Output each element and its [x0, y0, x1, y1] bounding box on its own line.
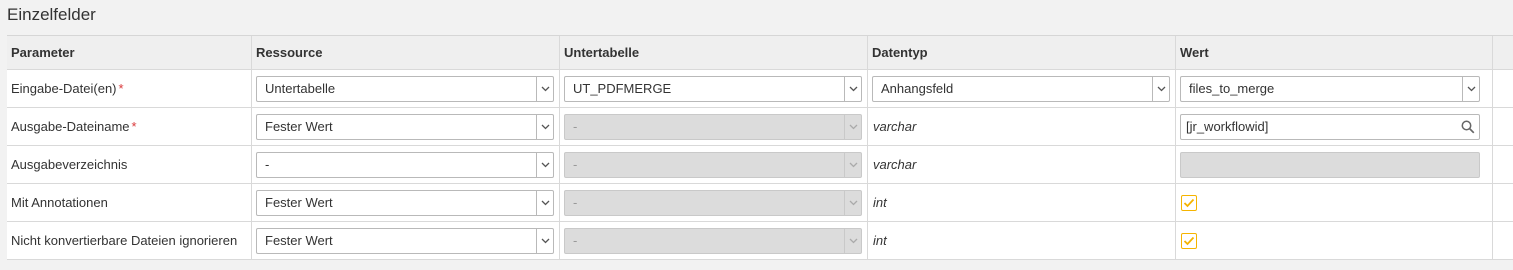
- datentyp-text: int: [873, 233, 887, 248]
- chevron-down-icon[interactable]: [1152, 76, 1169, 101]
- header-parameter: Parameter: [7, 36, 252, 69]
- untertabelle-cell: -: [560, 222, 868, 259]
- chevron-down-icon: [844, 228, 861, 253]
- parameter-cell: Ausgabeverzeichnis: [7, 146, 252, 183]
- untertabelle-select: -: [564, 113, 862, 140]
- ressource-value: Untertabelle: [265, 81, 336, 96]
- ressource-value: -: [265, 157, 270, 172]
- table-row: Eingabe-Datei(en) * Untertabelle UT_PDFME…: [7, 70, 1513, 108]
- datentyp-select[interactable]: Anhangsfeld: [872, 75, 1170, 102]
- untertabelle-select: -: [564, 151, 862, 178]
- untertabelle-value: -: [573, 195, 578, 210]
- ressource-cell: Fester Wert: [252, 108, 560, 145]
- wert-cell: [1176, 222, 1493, 259]
- untertabelle-cell: -: [560, 146, 868, 183]
- search-icon[interactable]: [1457, 120, 1479, 134]
- ressource-value: Fester Wert: [265, 195, 333, 210]
- header-untertabelle: Untertabelle: [560, 36, 868, 69]
- row-filler: [1493, 184, 1513, 221]
- wert-cell: [jr_workflowid]: [1176, 108, 1493, 145]
- wert-cell: [1176, 146, 1493, 183]
- parameter-label: Mit Annotationen: [11, 195, 108, 210]
- wert-input: [1180, 151, 1480, 178]
- parameter-cell: Nicht konvertierbare Dateien ignorieren: [7, 222, 252, 259]
- parameter-label: Nicht konvertierbare Dateien ignorieren: [11, 233, 238, 248]
- parameter-label: Ausgabe-Dateiname: [11, 119, 130, 134]
- header-filler: [1493, 36, 1513, 69]
- parameter-cell: Eingabe-Datei(en) *: [7, 70, 252, 107]
- chevron-down-icon[interactable]: [844, 76, 861, 101]
- table-row: Ausgabeverzeichnis - - varchar: [7, 146, 1513, 184]
- datentyp-cell: int: [868, 222, 1176, 259]
- ressource-select[interactable]: Untertabelle: [256, 75, 554, 102]
- chevron-down-icon[interactable]: [536, 228, 553, 253]
- ressource-value: Fester Wert: [265, 233, 333, 248]
- datentyp-cell: varchar: [868, 108, 1176, 145]
- required-marker: *: [118, 81, 124, 96]
- parameter-label: Ausgabeverzeichnis: [11, 157, 128, 172]
- untertabelle-value: -: [573, 157, 578, 172]
- wert-checkbox[interactable]: [1181, 194, 1197, 211]
- header-ressource: Ressource: [252, 36, 560, 69]
- datentyp-cell: varchar: [868, 146, 1176, 183]
- wert-cell: files_to_merge: [1176, 70, 1493, 107]
- table-row: Ausgabe-Dateiname * Fester Wert - varchar…: [7, 108, 1513, 146]
- required-marker: *: [131, 119, 137, 134]
- wert-value: [jr_workflowid]: [1186, 119, 1269, 134]
- chevron-down-icon[interactable]: [536, 114, 553, 139]
- datentyp-cell: int: [868, 184, 1176, 221]
- ressource-cell: Fester Wert: [252, 222, 560, 259]
- row-filler: [1493, 108, 1513, 145]
- section-title: Einzelfelder: [7, 5, 96, 24]
- row-filler: [1493, 222, 1513, 259]
- datentyp-text: int: [873, 195, 887, 210]
- ressource-select[interactable]: -: [256, 151, 554, 178]
- untertabelle-cell: -: [560, 108, 868, 145]
- untertabelle-value: -: [573, 119, 578, 134]
- chevron-down-icon[interactable]: [1462, 76, 1479, 101]
- untertabelle-select: -: [564, 227, 862, 254]
- ressource-select[interactable]: Fester Wert: [256, 113, 554, 140]
- row-filler: [1493, 70, 1513, 107]
- parameter-table: Parameter Ressource Untertabelle Datenty…: [7, 35, 1513, 260]
- ressource-select[interactable]: Fester Wert: [256, 227, 554, 254]
- untertabelle-select: -: [564, 189, 862, 216]
- parameter-cell: Ausgabe-Dateiname *: [7, 108, 252, 145]
- header-datentyp: Datentyp: [868, 36, 1176, 69]
- wert-value: files_to_merge: [1189, 81, 1275, 96]
- ressource-value: Fester Wert: [265, 119, 333, 134]
- check-icon: [1183, 236, 1195, 245]
- untertabelle-select[interactable]: UT_PDFMERGE: [564, 75, 862, 102]
- table-row: Mit Annotationen Fester Wert - int: [7, 184, 1513, 222]
- parameter-cell: Mit Annotationen: [7, 184, 252, 221]
- datentyp-cell: Anhangsfeld: [868, 70, 1176, 107]
- wert-checkbox[interactable]: [1181, 232, 1197, 249]
- datentyp-value: Anhangsfeld: [881, 81, 954, 96]
- chevron-down-icon: [844, 114, 861, 139]
- untertabelle-value: UT_PDFMERGE: [573, 81, 672, 96]
- untertabelle-cell: UT_PDFMERGE: [560, 70, 868, 107]
- untertabelle-cell: -: [560, 184, 868, 221]
- ressource-cell: -: [252, 146, 560, 183]
- ressource-select[interactable]: Fester Wert: [256, 189, 554, 216]
- untertabelle-value: -: [573, 233, 578, 248]
- check-icon: [1183, 198, 1195, 207]
- ressource-cell: Untertabelle: [252, 70, 560, 107]
- wert-select[interactable]: files_to_merge: [1180, 75, 1480, 102]
- parameter-label: Eingabe-Datei(en): [11, 81, 117, 96]
- row-filler: [1493, 146, 1513, 183]
- chevron-down-icon: [844, 152, 861, 177]
- wert-input[interactable]: [jr_workflowid]: [1180, 113, 1480, 140]
- wert-cell: [1176, 184, 1493, 221]
- ressource-cell: Fester Wert: [252, 184, 560, 221]
- table-header: Parameter Ressource Untertabelle Datenty…: [7, 36, 1513, 70]
- chevron-down-icon[interactable]: [536, 152, 553, 177]
- datentyp-text: varchar: [873, 157, 917, 172]
- chevron-down-icon: [844, 190, 861, 215]
- header-wert: Wert: [1176, 36, 1493, 69]
- chevron-down-icon[interactable]: [536, 76, 553, 101]
- chevron-down-icon[interactable]: [536, 190, 553, 215]
- table-row: Nicht konvertierbare Dateien ignorieren …: [7, 222, 1513, 260]
- datentyp-text: varchar: [873, 119, 917, 134]
